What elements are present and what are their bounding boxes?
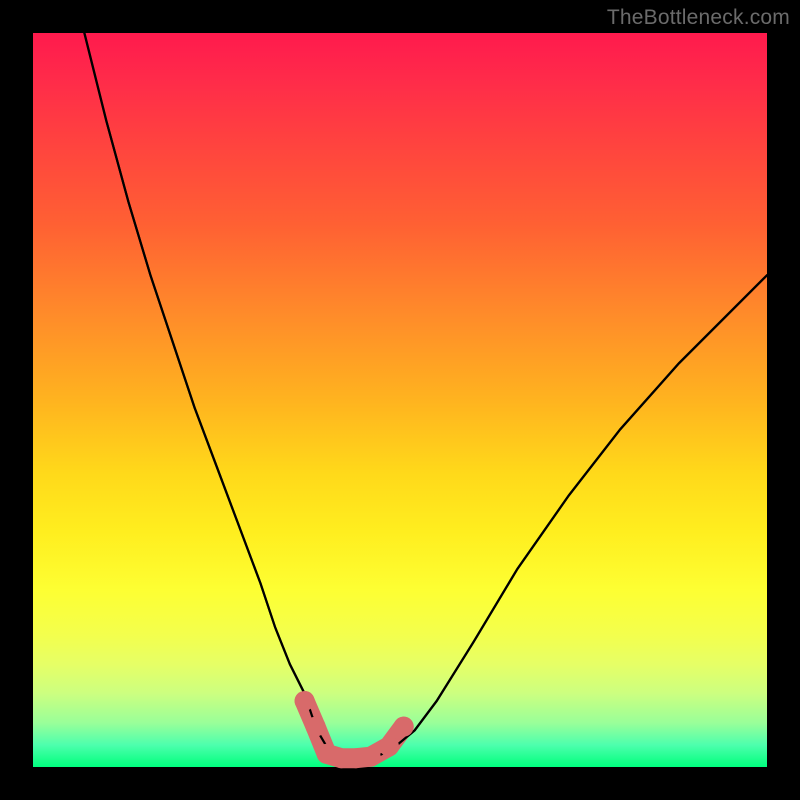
bottleneck-curve	[84, 33, 767, 760]
floor-dot-4	[361, 747, 381, 767]
bottleneck-curve-top	[84, 33, 767, 760]
marker-group	[295, 691, 414, 768]
right-dot-upper	[394, 717, 414, 737]
chart-overlay	[33, 33, 767, 767]
right-dot-lower	[379, 736, 399, 756]
chart-frame: TheBottleneck.com	[0, 0, 800, 800]
left-dot-lower	[306, 717, 326, 737]
watermark-text: TheBottleneck.com	[607, 6, 790, 30]
left-dot-upper	[295, 691, 315, 711]
